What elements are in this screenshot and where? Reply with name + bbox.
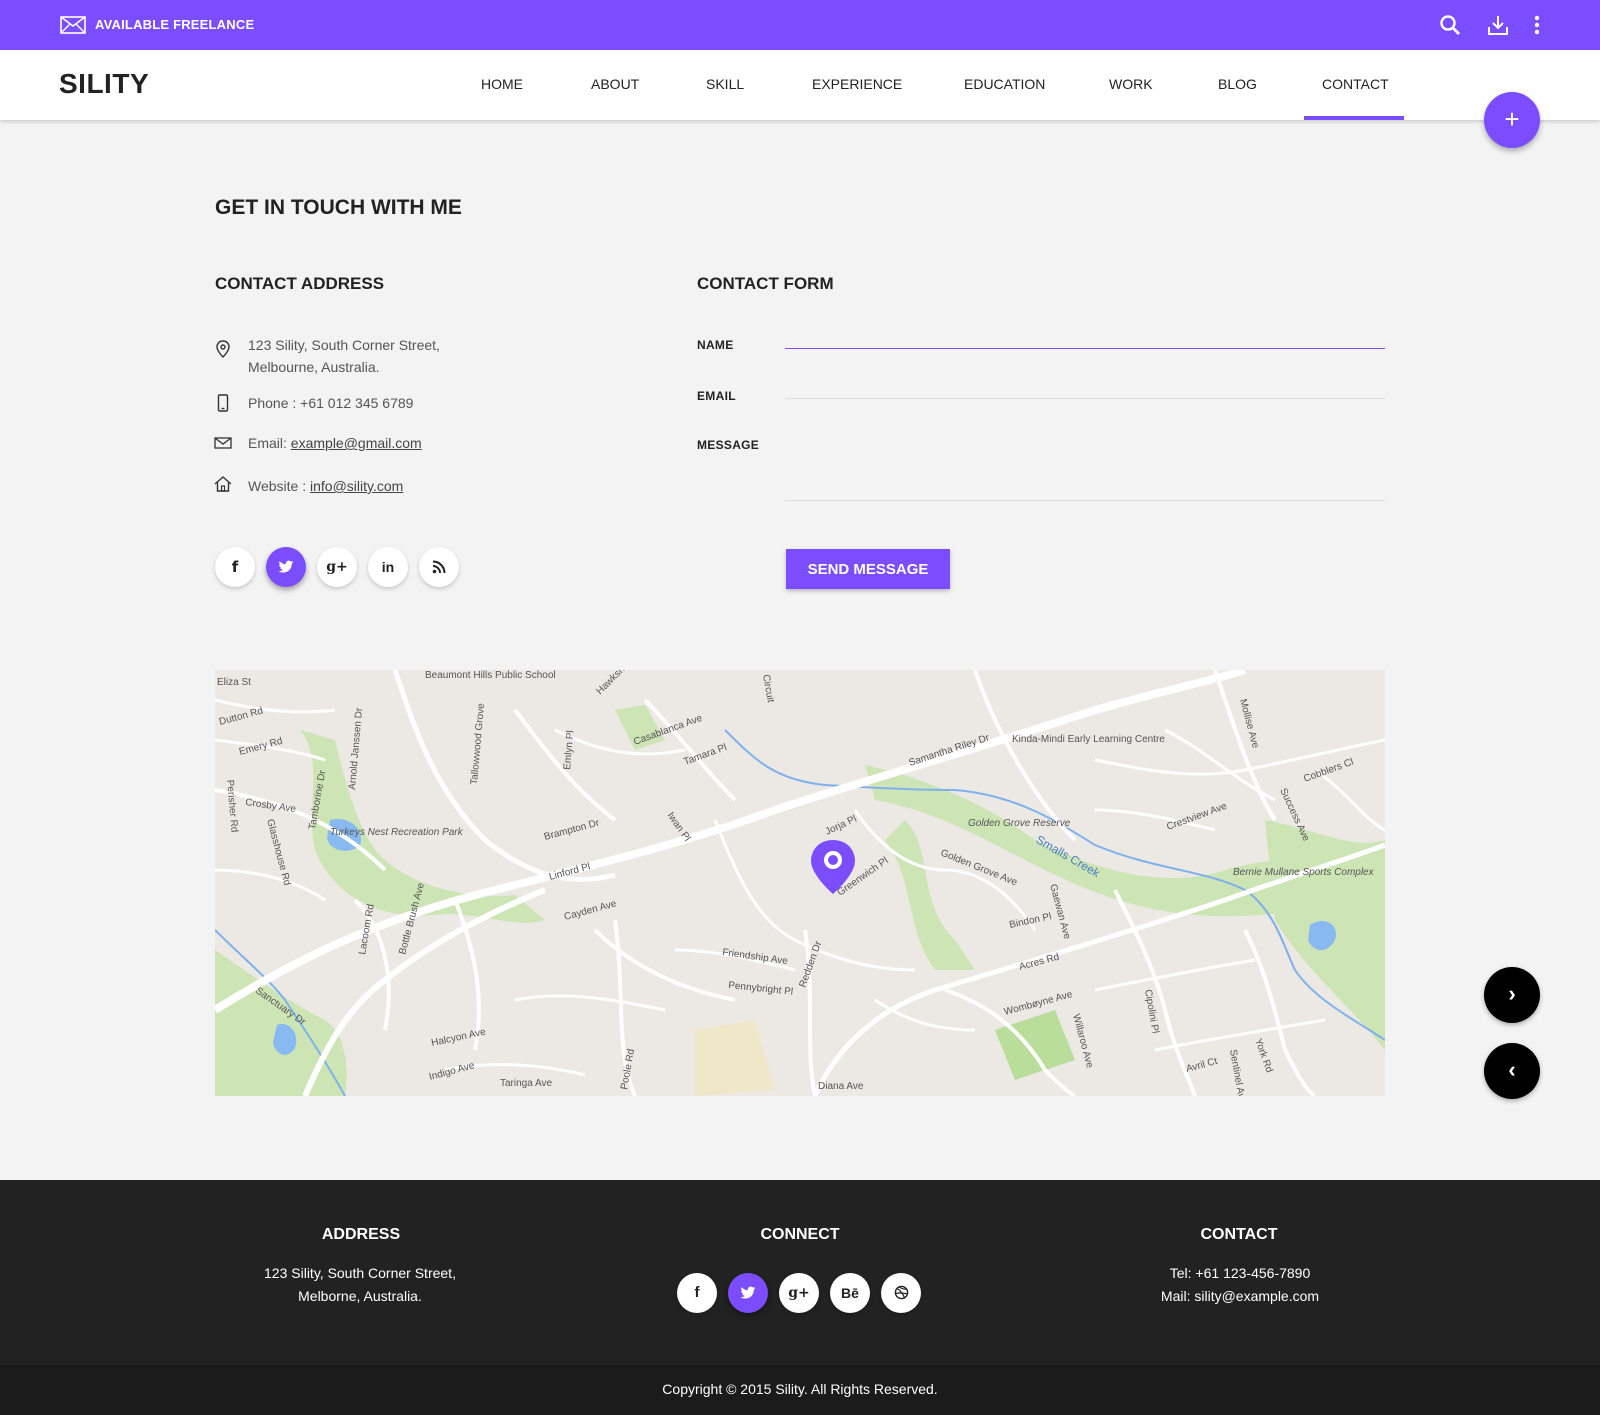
copyright-text: Copyright © 2015 Sility. All Rights Rese… bbox=[662, 1381, 938, 1397]
rss-icon bbox=[432, 560, 446, 574]
prev-arrow-button[interactable]: ‹ bbox=[1484, 1043, 1540, 1099]
address-website: Website : info@sility.com bbox=[248, 475, 403, 497]
map-label: Bernie Mullane Sports Complex bbox=[1233, 867, 1375, 878]
map-label: Beaumont Hills Public School bbox=[425, 670, 556, 681]
map-canvas: Beaumont Hills Public School Samantha Ri… bbox=[215, 670, 1385, 1096]
facebook-button[interactable]: f bbox=[215, 547, 255, 587]
google-plus-icon: g+ bbox=[788, 1285, 810, 1301]
footer-contact: Tel: +61 123-456-7890 Mail: sility@examp… bbox=[1080, 1262, 1400, 1308]
send-message-button[interactable]: SEND MESSAGE bbox=[786, 549, 950, 589]
footer-address-heading: ADDRESS bbox=[321, 1226, 401, 1243]
nav-home[interactable]: HOME bbox=[481, 76, 523, 92]
address-phone: Phone : +61 012 345 6789 bbox=[248, 395, 414, 411]
footer-dribbble-button[interactable] bbox=[881, 1273, 921, 1313]
contact-address-heading: CONTACT ADDRESS bbox=[215, 274, 385, 293]
map-label: Turkeys Nest Recreation Park bbox=[330, 827, 464, 838]
next-arrow-button[interactable]: › bbox=[1484, 967, 1540, 1023]
footer-address: 123 Sility, South Corner Street, Melborn… bbox=[200, 1262, 520, 1308]
footer-address-line-2: Melborne, Australia. bbox=[298, 1288, 422, 1304]
mobile-phone-icon bbox=[217, 394, 229, 412]
nav-blog[interactable]: BLOG bbox=[1218, 76, 1257, 92]
dribbble-icon bbox=[894, 1285, 908, 1300]
address-street: 123 Sility, South Corner Street, Melbour… bbox=[248, 334, 440, 378]
facebook-icon: f bbox=[231, 558, 239, 576]
top-bar: AVAILABLE FREELANCE bbox=[0, 0, 1600, 50]
brand-logo[interactable]: SILITY bbox=[59, 68, 149, 100]
nav-skill[interactable]: SKILL bbox=[706, 76, 744, 92]
more-vert-icon[interactable] bbox=[1525, 13, 1549, 37]
facebook-icon: f bbox=[694, 1284, 700, 1301]
twitter-icon bbox=[278, 560, 294, 573]
website-prefix: Website : bbox=[248, 478, 310, 494]
contact-form-heading: CONTACT FORM bbox=[697, 274, 834, 293]
location-map[interactable]: Beaumont Hills Public School Samantha Ri… bbox=[215, 670, 1385, 1096]
download-icon[interactable] bbox=[1486, 13, 1510, 37]
mail-icon bbox=[60, 16, 86, 34]
twitter-icon bbox=[740, 1286, 756, 1299]
footer-mail: Mail: sility@example.com bbox=[1160, 1288, 1320, 1304]
footer-behance-button[interactable]: Bē bbox=[830, 1273, 870, 1313]
map-label: Eliza St bbox=[217, 677, 251, 688]
google-plus-button[interactable]: g+ bbox=[317, 547, 357, 587]
nav-education[interactable]: EDUCATION bbox=[964, 76, 1045, 92]
email-label: EMAIL bbox=[697, 389, 736, 403]
google-plus-icon: g+ bbox=[326, 559, 348, 575]
footer-contact-heading: CONTACT bbox=[1200, 1226, 1278, 1243]
footer-google-plus-button[interactable]: g+ bbox=[779, 1273, 819, 1313]
nav-work[interactable]: WORK bbox=[1109, 76, 1153, 92]
section-title: GET IN TOUCH WITH ME bbox=[215, 196, 462, 219]
rss-button[interactable] bbox=[419, 547, 459, 587]
linkedin-button[interactable]: in bbox=[368, 547, 408, 587]
footer-tel: Tel: +61 123-456-7890 bbox=[1169, 1265, 1311, 1281]
main-navbar: SILITY HOME ABOUT SKILL EXPERIENCE EDUCA… bbox=[0, 50, 1600, 120]
footer-address-line-1: 123 Sility, South Corner Street, bbox=[264, 1265, 456, 1281]
nav-active-indicator bbox=[1304, 116, 1404, 120]
message-field[interactable] bbox=[785, 428, 1385, 498]
available-freelance-label: AVAILABLE FREELANCE bbox=[95, 17, 255, 32]
footer-connect-heading: CONNECT bbox=[760, 1226, 840, 1243]
name-field-underline bbox=[785, 348, 1385, 349]
address-email: Email: example@gmail.com bbox=[248, 432, 422, 454]
name-label: NAME bbox=[697, 338, 734, 352]
home-icon bbox=[214, 476, 232, 492]
map-label: Taringa Ave bbox=[500, 1078, 553, 1089]
envelope-icon bbox=[214, 437, 232, 449]
footer-twitter-button[interactable] bbox=[728, 1273, 768, 1313]
address-line-2: Melbourne, Australia. bbox=[248, 359, 380, 375]
message-label: MESSAGE bbox=[697, 438, 760, 452]
nav-about[interactable]: ABOUT bbox=[591, 76, 639, 92]
footer-facebook-button[interactable]: f bbox=[677, 1273, 717, 1313]
map-label: Golden Grove Reserve bbox=[968, 818, 1071, 829]
twitter-button[interactable] bbox=[266, 547, 306, 587]
behance-icon: Bē bbox=[841, 1285, 859, 1301]
location-pin-icon bbox=[216, 340, 230, 358]
nav-contact[interactable]: CONTACT bbox=[1322, 76, 1389, 92]
search-icon[interactable] bbox=[1438, 13, 1462, 37]
linkedin-icon: in bbox=[381, 559, 395, 575]
message-field-underline bbox=[785, 500, 1385, 501]
email-prefix: Email: bbox=[248, 435, 291, 451]
add-fab-button[interactable]: + bbox=[1484, 92, 1540, 148]
nav-experience[interactable]: EXPERIENCE bbox=[812, 76, 902, 92]
map-label: Diana Ave bbox=[818, 1081, 864, 1092]
website-link[interactable]: info@sility.com bbox=[310, 478, 403, 494]
email-field[interactable] bbox=[785, 375, 1385, 399]
map-label: Kinda-Mindi Early Learning Centre bbox=[1012, 734, 1165, 745]
email-link[interactable]: example@gmail.com bbox=[291, 435, 422, 451]
name-field[interactable] bbox=[785, 325, 1385, 349]
email-field-underline bbox=[785, 398, 1385, 399]
address-line-1: 123 Sility, South Corner Street, bbox=[248, 337, 440, 353]
